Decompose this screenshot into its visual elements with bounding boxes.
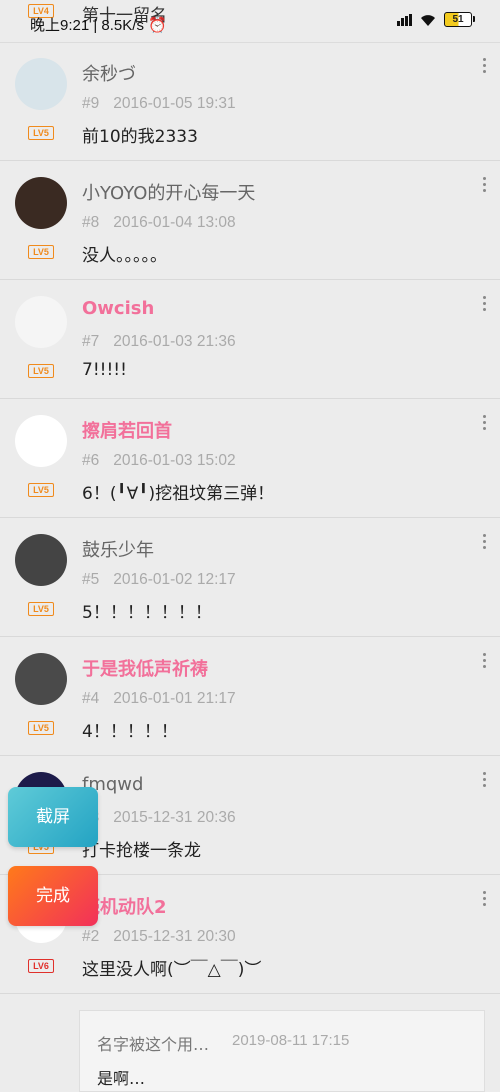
avatar[interactable] [15, 177, 67, 229]
floor-number: #6 [82, 452, 100, 469]
comment-content: 这里没人啊(︶￣△￣)︶ [82, 960, 262, 980]
username[interactable]: 余秒づ [82, 60, 136, 86]
comment-meta: #9 2016-01-05 19:31 [82, 95, 236, 113]
reply-time: 2019-08-11 17:15 [232, 1032, 350, 1049]
avatar[interactable] [15, 415, 67, 467]
comment-time: 2016-01-02 12:17 [113, 571, 236, 588]
comment-content: 6！(╹∀╹)挖祖坟第三弹！ [82, 484, 275, 504]
level-badge: LV5 [28, 245, 54, 259]
username[interactable]: 小YOYO的开心每一天 [82, 179, 255, 205]
avatar[interactable] [15, 653, 67, 705]
avatar[interactable] [15, 58, 67, 110]
comment-meta: #5 2016-01-02 12:17 [82, 571, 236, 589]
comment-content: 没人。。。。。 [82, 246, 167, 266]
screenshot-button[interactable]: 截屏 [8, 787, 98, 847]
comment-content: 前10的我2333 [82, 127, 198, 147]
level-badge: LV5 [28, 364, 54, 378]
comment-time: 2016-01-04 13:08 [113, 214, 236, 231]
comment-meta: #7 2016-01-03 21:36 [82, 333, 236, 351]
comment-meta: #6 2016-01-03 15:02 [82, 452, 236, 470]
comment-item[interactable]: LV5 擦肩若回首 #6 2016-01-03 15:02 6！(╹∀╹)挖祖坟第三弹！ [0, 399, 500, 518]
level-badge: LV5 [28, 483, 54, 497]
comment-meta: #8 2016-01-04 13:08 [82, 214, 236, 232]
floor-number: #8 [82, 214, 100, 231]
reply-preview[interactable]: 名字被这个用… 2019-08-11 17:15 是啊… [79, 1010, 485, 1092]
wifi-icon [421, 14, 435, 26]
comment-content: 5！！！！！！！ [82, 603, 212, 623]
level-badge: LV6 [28, 959, 54, 973]
more-options-icon[interactable] [482, 653, 486, 671]
comment-time: 2016-01-05 19:31 [113, 95, 236, 112]
status-icons: 51 [397, 12, 475, 27]
more-options-icon[interactable] [482, 296, 486, 314]
more-options-icon[interactable] [482, 58, 486, 76]
more-options-icon[interactable] [482, 415, 486, 433]
comment-time: 2016-01-03 15:02 [113, 452, 236, 469]
level-badge: LV5 [28, 602, 54, 616]
avatar[interactable] [15, 296, 67, 348]
comment-item[interactable]: LV5 小YOYO的开心每一天 #8 2016-01-04 13:08 没人。。。。。 [0, 161, 500, 280]
done-button[interactable]: 完成 [8, 866, 98, 926]
comment-content: 7!!!!! [82, 360, 127, 380]
username[interactable]: Owcish [82, 298, 154, 319]
more-options-icon[interactable] [482, 177, 486, 195]
floor-number: #2 [82, 928, 100, 945]
comment-meta: #2 2015-12-31 20:30 [82, 928, 236, 946]
status-bar: LV4 第十一留名 晚上9:21 | 8.5K/s ⏰ 51 [0, 0, 500, 43]
comment-item[interactable]: LV5 Owcish #7 2016-01-03 21:36 7!!!!! [0, 280, 500, 399]
comment-time: 2016-01-01 21:17 [113, 690, 236, 707]
comment-time: 2015-12-31 20:36 [113, 809, 236, 826]
comment-meta: #32015-12-31 20:36 [82, 809, 236, 827]
more-options-icon[interactable] [482, 772, 486, 790]
comment-item[interactable]: LV5 鼓乐少年 #5 2016-01-02 12:17 5！！！！！！！ [0, 518, 500, 637]
reply-author[interactable]: 名字被这个用… [97, 1031, 209, 1055]
floor-number: #7 [82, 333, 100, 350]
more-options-icon[interactable] [482, 534, 486, 552]
level-badge: LV5 [28, 126, 54, 140]
comment-item[interactable]: LV5 于是我低声祈祷 #4 2016-01-01 21:17 4！！！！！ [0, 637, 500, 756]
status-time-speed: 晚上9:21 | 8.5K/s ⏰ [30, 17, 167, 34]
comment-meta: #4 2016-01-01 21:17 [82, 690, 236, 708]
floor-number: #9 [82, 95, 100, 112]
username[interactable]: 于是我低声祈祷 [82, 655, 208, 681]
comment-time: 2015-12-31 20:30 [113, 928, 236, 945]
battery-icon: 51 [444, 12, 475, 27]
avatar[interactable] [15, 534, 67, 586]
username[interactable]: 擦肩若回首 [82, 417, 172, 443]
comment-content: 4！！！！！ [82, 722, 178, 742]
comment-item[interactable]: LV5 余秒づ #9 2016-01-05 19:31 前10的我2333 [0, 42, 500, 161]
username[interactable]: 鼓乐少年 [82, 536, 154, 562]
reply-text: 是啊… [97, 1069, 146, 1088]
level-badge: LV5 [28, 721, 54, 735]
more-options-icon[interactable] [482, 891, 486, 909]
comment-time: 2016-01-03 21:36 [113, 333, 236, 350]
cellular-signal-icon [397, 13, 412, 26]
floor-number: #5 [82, 571, 100, 588]
comment-content: 打卡抢楼一条龙 [82, 841, 201, 861]
floor-number: #4 [82, 690, 100, 707]
